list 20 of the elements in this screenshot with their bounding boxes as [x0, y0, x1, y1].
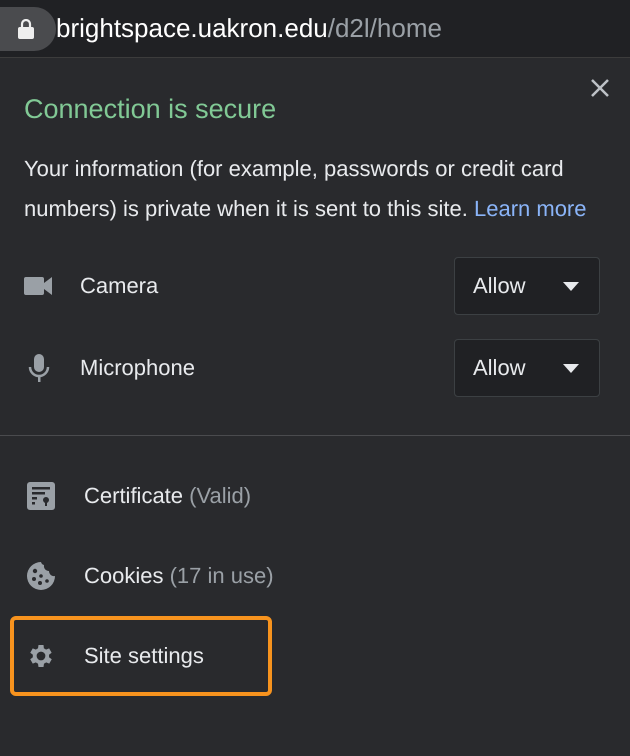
caret-icon: [563, 282, 579, 290]
menu-item[interactable]: Certificate (Valid): [0, 456, 630, 536]
learn-more-link[interactable]: Learn more: [474, 196, 586, 221]
permission-dropdown[interactable]: Allow: [454, 257, 600, 315]
url-text: brightspace.uakron.edu/d2l/home: [56, 13, 442, 44]
connection-title: Connection is secure: [24, 94, 278, 125]
video-camera-icon: [24, 277, 54, 295]
security-description: Your information (for example, passwords or credit card numbers) is private when it is sent to this site. Learn more: [24, 155, 588, 223]
close-icon[interactable]: [590, 78, 610, 98]
cookie-icon: [26, 561, 56, 591]
address-bar[interactable]: brightspace.uakron.edu/d2l/home: [0, 0, 630, 58]
permission-dropdown[interactable]: Allow: [454, 339, 600, 397]
lock-icon: [18, 18, 34, 38]
permission-label: Camera: [80, 273, 160, 299]
permission-label: Microphone: [80, 355, 196, 381]
certificate-icon: [26, 481, 56, 511]
menu-item[interactable]: Site settings: [14, 620, 268, 692]
menu-item[interactable]: Cookies (17 in use): [0, 536, 630, 616]
caret-icon: [563, 364, 579, 372]
lock-button[interactable]: [0, 6, 56, 50]
